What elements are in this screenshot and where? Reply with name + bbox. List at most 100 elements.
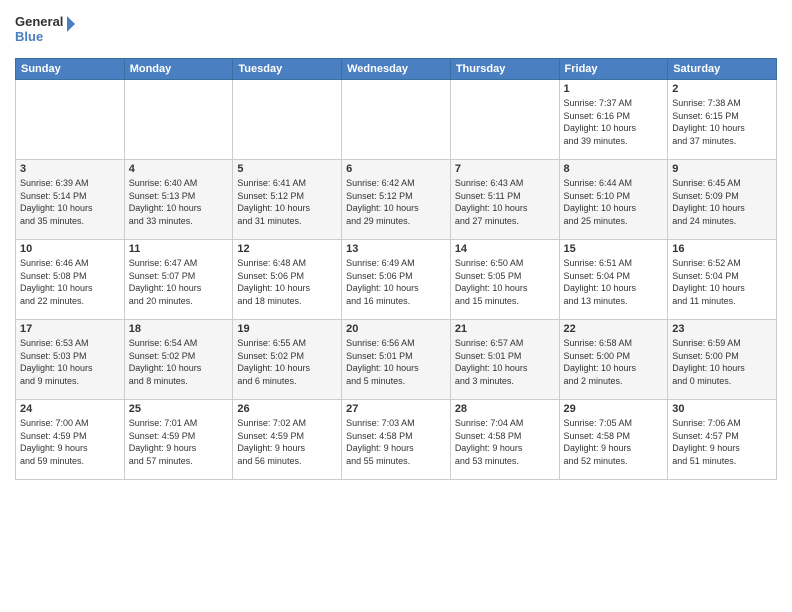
day-info: Sunrise: 6:47 AM Sunset: 5:07 PM Dayligh… bbox=[129, 257, 229, 307]
calendar-cell: 6 Sunrise: 6:42 AM Sunset: 5:12 PM Daylig… bbox=[342, 160, 451, 240]
calendar-cell: 2 Sunrise: 7:38 AM Sunset: 6:15 PM Daylig… bbox=[668, 80, 777, 160]
weekday-header-row: SundayMondayTuesdayWednesdayThursdayFrid… bbox=[16, 59, 777, 80]
day-number: 21 bbox=[455, 323, 555, 335]
day-number: 26 bbox=[237, 403, 337, 415]
day-number: 15 bbox=[564, 243, 664, 255]
day-number: 22 bbox=[564, 323, 664, 335]
calendar-cell: 3Sunrise: 6:39 AM Sunset: 5:14 PM Daylig… bbox=[16, 160, 125, 240]
calendar-cell: 9Sunrise: 6:45 AM Sunset: 5:09 PM Daylig… bbox=[668, 160, 777, 240]
day-info: Sunrise: 6:57 AM Sunset: 5:01 PM Dayligh… bbox=[455, 337, 555, 387]
week-row-3: 10 Sunrise: 6:46 AM Sunset: 5:08 PM Dayli… bbox=[16, 240, 777, 320]
day-number: 6 bbox=[346, 163, 446, 175]
day-info: Sunrise: 6:51 AM Sunset: 5:04 PM Dayligh… bbox=[564, 257, 664, 307]
calendar-cell: 7Sunrise: 6:43 AM Sunset: 5:11 PM Daylig… bbox=[450, 160, 559, 240]
day-info: Sunrise: 6:50 AM Sunset: 5:05 PM Dayligh… bbox=[455, 257, 555, 307]
calendar-cell: 20 Sunrise: 6:56 AM Sunset: 5:01 PM Dayli… bbox=[342, 320, 451, 400]
page: General Blue SundayMondayTuesdayWednesda… bbox=[0, 0, 792, 612]
calendar-cell bbox=[342, 80, 451, 160]
calendar-cell: 19Sunrise: 6:55 AM Sunset: 5:02 PM Dayli… bbox=[233, 320, 342, 400]
calendar-cell: 17 Sunrise: 6:53 AM Sunset: 5:03 PM Dayli… bbox=[16, 320, 125, 400]
day-number: 20 bbox=[346, 323, 446, 335]
week-row-5: 24 Sunrise: 7:00 AM Sunset: 4:59 PM Dayli… bbox=[16, 400, 777, 480]
day-number: 13 bbox=[346, 243, 446, 255]
week-row-4: 17 Sunrise: 6:53 AM Sunset: 5:03 PM Dayli… bbox=[16, 320, 777, 400]
calendar-cell: 23 Sunrise: 6:59 AM Sunset: 5:00 PM Dayli… bbox=[668, 320, 777, 400]
calendar-table: SundayMondayTuesdayWednesdayThursdayFrid… bbox=[15, 58, 777, 480]
calendar-cell: 14Sunrise: 6:50 AM Sunset: 5:05 PM Dayli… bbox=[450, 240, 559, 320]
day-info: Sunrise: 6:48 AM Sunset: 5:06 PM Dayligh… bbox=[237, 257, 337, 307]
header: General Blue bbox=[15, 10, 777, 50]
calendar-cell: 28Sunrise: 7:04 AM Sunset: 4:58 PM Dayli… bbox=[450, 400, 559, 480]
day-number: 16 bbox=[672, 243, 772, 255]
weekday-header-thursday: Thursday bbox=[450, 59, 559, 80]
day-info: Sunrise: 6:40 AM Sunset: 5:13 PM Dayligh… bbox=[129, 177, 229, 227]
day-number: 2 bbox=[672, 83, 772, 95]
day-info: Sunrise: 6:44 AM Sunset: 5:10 PM Dayligh… bbox=[564, 177, 664, 227]
day-info: Sunrise: 6:56 AM Sunset: 5:01 PM Dayligh… bbox=[346, 337, 446, 387]
weekday-header-wednesday: Wednesday bbox=[342, 59, 451, 80]
day-number: 23 bbox=[672, 323, 772, 335]
day-info: Sunrise: 6:39 AM Sunset: 5:14 PM Dayligh… bbox=[20, 177, 120, 227]
calendar-cell bbox=[450, 80, 559, 160]
day-info: Sunrise: 6:42 AM Sunset: 5:12 PM Dayligh… bbox=[346, 177, 446, 227]
svg-text:General: General bbox=[15, 14, 63, 29]
day-number: 25 bbox=[129, 403, 229, 415]
day-info: Sunrise: 6:54 AM Sunset: 5:02 PM Dayligh… bbox=[129, 337, 229, 387]
logo-svg: General Blue bbox=[15, 10, 75, 50]
calendar-cell: 21 Sunrise: 6:57 AM Sunset: 5:01 PM Dayli… bbox=[450, 320, 559, 400]
day-number: 30 bbox=[672, 403, 772, 415]
day-info: Sunrise: 6:59 AM Sunset: 5:00 PM Dayligh… bbox=[672, 337, 772, 387]
day-number: 12 bbox=[237, 243, 337, 255]
weekday-header-sunday: Sunday bbox=[16, 59, 125, 80]
day-number: 19 bbox=[237, 323, 337, 335]
calendar-cell: 11 Sunrise: 6:47 AM Sunset: 5:07 PM Dayli… bbox=[124, 240, 233, 320]
calendar-cell bbox=[124, 80, 233, 160]
day-info: Sunrise: 7:00 AM Sunset: 4:59 PM Dayligh… bbox=[20, 417, 120, 467]
day-info: Sunrise: 7:38 AM Sunset: 6:15 PM Dayligh… bbox=[672, 97, 772, 147]
day-info: Sunrise: 6:41 AM Sunset: 5:12 PM Dayligh… bbox=[237, 177, 337, 227]
calendar-cell: 4 Sunrise: 6:40 AM Sunset: 5:13 PM Daylig… bbox=[124, 160, 233, 240]
calendar-cell: 30 Sunrise: 7:06 AM Sunset: 4:57 PM Dayli… bbox=[668, 400, 777, 480]
calendar-cell: 24 Sunrise: 7:00 AM Sunset: 4:59 PM Dayli… bbox=[16, 400, 125, 480]
weekday-header-tuesday: Tuesday bbox=[233, 59, 342, 80]
calendar-cell: 18Sunrise: 6:54 AM Sunset: 5:02 PM Dayli… bbox=[124, 320, 233, 400]
calendar-cell: 22 Sunrise: 6:58 AM Sunset: 5:00 PM Dayli… bbox=[559, 320, 668, 400]
day-number: 24 bbox=[20, 403, 120, 415]
day-number: 17 bbox=[20, 323, 120, 335]
calendar-cell: 8 Sunrise: 6:44 AM Sunset: 5:10 PM Daylig… bbox=[559, 160, 668, 240]
day-info: Sunrise: 7:02 AM Sunset: 4:59 PM Dayligh… bbox=[237, 417, 337, 467]
calendar-cell: 13 Sunrise: 6:49 AM Sunset: 5:06 PM Dayli… bbox=[342, 240, 451, 320]
svg-text:Blue: Blue bbox=[15, 29, 43, 44]
day-info: Sunrise: 6:46 AM Sunset: 5:08 PM Dayligh… bbox=[20, 257, 120, 307]
logo: General Blue bbox=[15, 10, 75, 50]
day-number: 28 bbox=[455, 403, 555, 415]
day-number: 7 bbox=[455, 163, 555, 175]
calendar-cell: 1Sunrise: 7:37 AM Sunset: 6:16 PM Daylig… bbox=[559, 80, 668, 160]
day-info: Sunrise: 7:05 AM Sunset: 4:58 PM Dayligh… bbox=[564, 417, 664, 467]
calendar-cell: 27Sunrise: 7:03 AM Sunset: 4:58 PM Dayli… bbox=[342, 400, 451, 480]
week-row-1: 1Sunrise: 7:37 AM Sunset: 6:16 PM Daylig… bbox=[16, 80, 777, 160]
day-number: 11 bbox=[129, 243, 229, 255]
calendar-cell: 29Sunrise: 7:05 AM Sunset: 4:58 PM Dayli… bbox=[559, 400, 668, 480]
weekday-header-monday: Monday bbox=[124, 59, 233, 80]
day-number: 27 bbox=[346, 403, 446, 415]
day-number: 4 bbox=[129, 163, 229, 175]
day-info: Sunrise: 6:49 AM Sunset: 5:06 PM Dayligh… bbox=[346, 257, 446, 307]
calendar-cell: 12 Sunrise: 6:48 AM Sunset: 5:06 PM Dayli… bbox=[233, 240, 342, 320]
day-number: 8 bbox=[564, 163, 664, 175]
day-info: Sunrise: 6:52 AM Sunset: 5:04 PM Dayligh… bbox=[672, 257, 772, 307]
day-info: Sunrise: 6:58 AM Sunset: 5:00 PM Dayligh… bbox=[564, 337, 664, 387]
day-number: 10 bbox=[20, 243, 120, 255]
day-info: Sunrise: 7:06 AM Sunset: 4:57 PM Dayligh… bbox=[672, 417, 772, 467]
day-number: 5 bbox=[237, 163, 337, 175]
day-info: Sunrise: 7:37 AM Sunset: 6:16 PM Dayligh… bbox=[564, 97, 664, 147]
calendar-cell: 5 Sunrise: 6:41 AM Sunset: 5:12 PM Daylig… bbox=[233, 160, 342, 240]
calendar-cell: 26 Sunrise: 7:02 AM Sunset: 4:59 PM Dayli… bbox=[233, 400, 342, 480]
week-row-2: 3Sunrise: 6:39 AM Sunset: 5:14 PM Daylig… bbox=[16, 160, 777, 240]
calendar-cell: 15 Sunrise: 6:51 AM Sunset: 5:04 PM Dayli… bbox=[559, 240, 668, 320]
day-info: Sunrise: 7:01 AM Sunset: 4:59 PM Dayligh… bbox=[129, 417, 229, 467]
day-number: 9 bbox=[672, 163, 772, 175]
calendar-cell: 16 Sunrise: 6:52 AM Sunset: 5:04 PM Dayli… bbox=[668, 240, 777, 320]
day-info: Sunrise: 6:53 AM Sunset: 5:03 PM Dayligh… bbox=[20, 337, 120, 387]
calendar-cell bbox=[233, 80, 342, 160]
